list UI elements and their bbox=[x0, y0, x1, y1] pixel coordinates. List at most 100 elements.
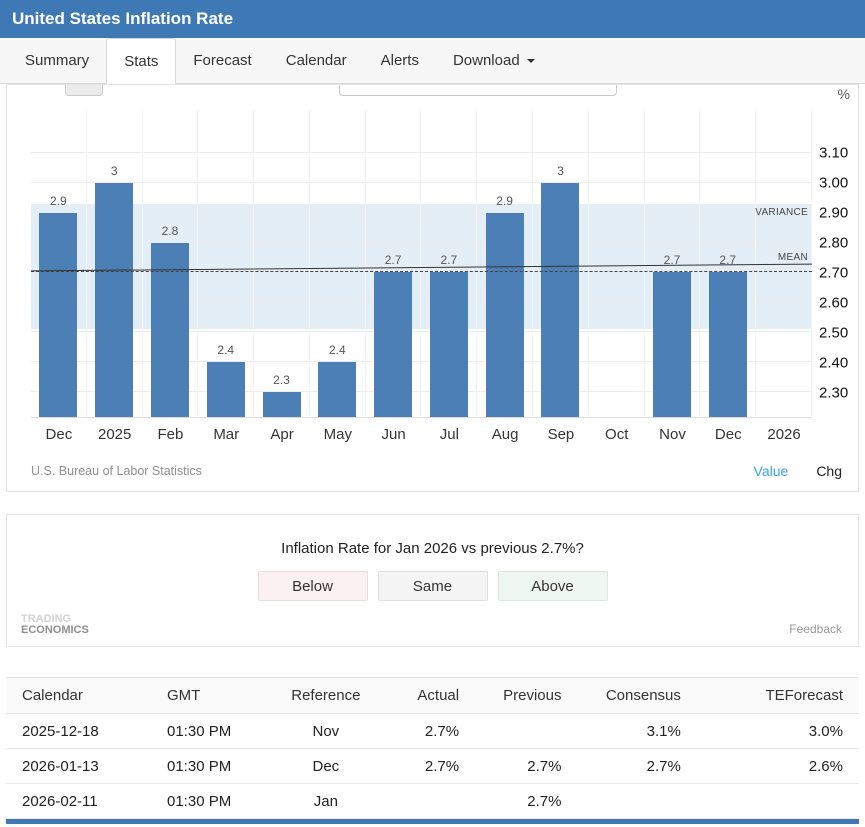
value-toggle[interactable]: Value bbox=[754, 463, 789, 479]
tab-summary[interactable]: Summary bbox=[8, 38, 106, 83]
table-cell-actual: 2.7% bbox=[381, 714, 475, 749]
poll-question: Inflation Rate for Jan 2026 vs previous … bbox=[7, 540, 858, 557]
feedback-link[interactable]: Feedback bbox=[789, 622, 842, 636]
next-section-header-cropped bbox=[6, 819, 859, 824]
table-cell-gmt: 01:30 PM bbox=[151, 714, 270, 749]
x-axis-label: 2025 bbox=[87, 426, 143, 443]
x-axis-label: Jul bbox=[421, 426, 477, 443]
y-axis-tick: 2.90 bbox=[819, 204, 848, 221]
bar-may[interactable] bbox=[318, 362, 356, 417]
tab-label: Stats bbox=[124, 53, 158, 70]
table-row[interactable]: 2025-12-1801:30 PMNov2.7%3.1%3.0% bbox=[6, 714, 859, 749]
cropped-zoom-control[interactable] bbox=[65, 84, 103, 96]
column-header-calendar: Calendar bbox=[6, 678, 151, 714]
chart-toolbar-cropped bbox=[7, 85, 858, 98]
x-axis-label: Feb bbox=[143, 426, 199, 443]
y-axis-unit: % bbox=[838, 86, 850, 102]
caret-down-icon bbox=[527, 59, 535, 63]
table-row[interactable]: 2026-01-1301:30 PMDec2.7%2.7%2.7%2.6% bbox=[6, 749, 859, 784]
table-cell-actual bbox=[381, 784, 475, 819]
bar-value-label: 3 bbox=[111, 164, 118, 178]
table-cell-teforecast: 2.6% bbox=[697, 749, 859, 784]
chart-slot: 3 bbox=[533, 110, 589, 417]
table-cell-calendar: 2026-01-13 bbox=[6, 749, 151, 784]
table-cell-actual: 2.7% bbox=[381, 749, 475, 784]
y-axis-tick: 3.00 bbox=[819, 174, 848, 191]
table-cell-reference: Dec bbox=[270, 749, 381, 784]
tab-label: Alerts bbox=[381, 52, 419, 69]
page-title-bar: United States Inflation Rate bbox=[0, 0, 865, 38]
bar-aug[interactable] bbox=[486, 213, 524, 417]
table-cell-reference: Nov bbox=[270, 714, 381, 749]
chart-slot: 2.7 bbox=[645, 110, 701, 417]
bar-dec[interactable] bbox=[39, 213, 77, 417]
column-header-actual: Actual bbox=[381, 678, 475, 714]
chg-toggle[interactable]: Chg bbox=[816, 463, 842, 479]
cropped-date-range-control[interactable] bbox=[339, 84, 617, 96]
chart-slot: 3 bbox=[87, 110, 143, 417]
bar-mar[interactable] bbox=[207, 362, 245, 417]
chart-area: VARIANCE MEAN 2.932.82.42.32.42.72.72.93… bbox=[7, 98, 858, 443]
bar-jun[interactable] bbox=[374, 272, 412, 417]
tab-download[interactable]: Download bbox=[436, 38, 552, 83]
tab-alerts[interactable]: Alerts bbox=[364, 38, 436, 83]
table-cell-consensus bbox=[577, 784, 696, 819]
bar-series: 2.932.82.42.32.42.72.72.932.72.7 bbox=[31, 110, 812, 417]
bar-value-label: 2.9 bbox=[50, 194, 67, 208]
calendar-table-wrap: CalendarGMTReferenceActualPreviousConsen… bbox=[6, 677, 859, 819]
x-axis-label: Aug bbox=[477, 426, 533, 443]
bar-value-label: 2.8 bbox=[162, 224, 179, 238]
bar-dec[interactable] bbox=[709, 272, 747, 417]
chart-footer: U.S. Bureau of Labor Statistics Value Ch… bbox=[7, 443, 858, 483]
y-axis-tick: 2.50 bbox=[819, 325, 848, 342]
chart-slot: 2.4 bbox=[198, 110, 254, 417]
tab-label: Summary bbox=[25, 52, 89, 69]
bar-value-label: 2.4 bbox=[217, 343, 234, 357]
x-axis-label: Dec bbox=[31, 426, 87, 443]
bar-jul[interactable] bbox=[430, 272, 468, 417]
column-header-teforecast: TEForecast bbox=[697, 678, 859, 714]
tab-forecast[interactable]: Forecast bbox=[176, 38, 268, 83]
x-axis-label: Sep bbox=[533, 426, 589, 443]
chart-slot: 2.8 bbox=[143, 110, 199, 417]
bar-value-label: 2.7 bbox=[441, 253, 458, 267]
bar-value-label: 2.7 bbox=[385, 253, 402, 267]
tab-bar: Summary Stats Forecast Calendar Alerts Downlo… bbox=[0, 38, 865, 84]
table-row[interactable]: 2026-02-1101:30 PMJan2.7% bbox=[6, 784, 859, 819]
poll-option-same[interactable]: Same bbox=[378, 571, 488, 601]
poll-option-below[interactable]: Below bbox=[258, 571, 368, 601]
chart-slot: 2.7 bbox=[366, 110, 422, 417]
variance-label: VARIANCE bbox=[755, 207, 808, 218]
trading-economics-watermark: TRADING ECONOMICS bbox=[21, 614, 89, 636]
table-cell-teforecast bbox=[697, 784, 859, 819]
y-axis-tick: 2.40 bbox=[819, 355, 848, 372]
table-cell-calendar: 2025-12-18 bbox=[6, 714, 151, 749]
x-axis: Dec2025FebMarAprMayJunJulAugSepOctNovDec… bbox=[31, 418, 812, 443]
table-cell-previous bbox=[475, 714, 577, 749]
tab-label: Forecast bbox=[193, 52, 251, 69]
bar-nov[interactable] bbox=[653, 272, 691, 417]
table-cell-teforecast: 3.0% bbox=[697, 714, 859, 749]
bar-value-label: 2.3 bbox=[273, 373, 290, 387]
tab-label: Calendar bbox=[286, 52, 347, 69]
chart-slot bbox=[589, 110, 645, 417]
table-cell-gmt: 01:30 PM bbox=[151, 784, 270, 819]
bar-sep[interactable] bbox=[541, 183, 579, 417]
x-axis-label: Mar bbox=[198, 426, 254, 443]
table-cell-consensus: 2.7% bbox=[577, 749, 696, 784]
tab-calendar[interactable]: Calendar bbox=[269, 38, 364, 83]
poll-options: Below Same Above bbox=[7, 571, 858, 601]
column-header-gmt: GMT bbox=[151, 678, 270, 714]
bar-2025[interactable] bbox=[95, 183, 133, 417]
chart-slot: 2.3 bbox=[254, 110, 310, 417]
y-axis-tick: 2.30 bbox=[819, 385, 848, 402]
chart-source: U.S. Bureau of Labor Statistics bbox=[31, 464, 202, 478]
table-cell-reference: Jan bbox=[270, 784, 381, 819]
table-cell-gmt: 01:30 PM bbox=[151, 749, 270, 784]
poll-option-above[interactable]: Above bbox=[498, 571, 608, 601]
x-axis-label: Jun bbox=[366, 426, 422, 443]
bar-apr[interactable] bbox=[263, 392, 301, 417]
tab-stats[interactable]: Stats bbox=[106, 38, 176, 84]
y-axis-tick: 2.80 bbox=[819, 235, 848, 252]
calendar-table: CalendarGMTReferenceActualPreviousConsen… bbox=[6, 677, 859, 819]
